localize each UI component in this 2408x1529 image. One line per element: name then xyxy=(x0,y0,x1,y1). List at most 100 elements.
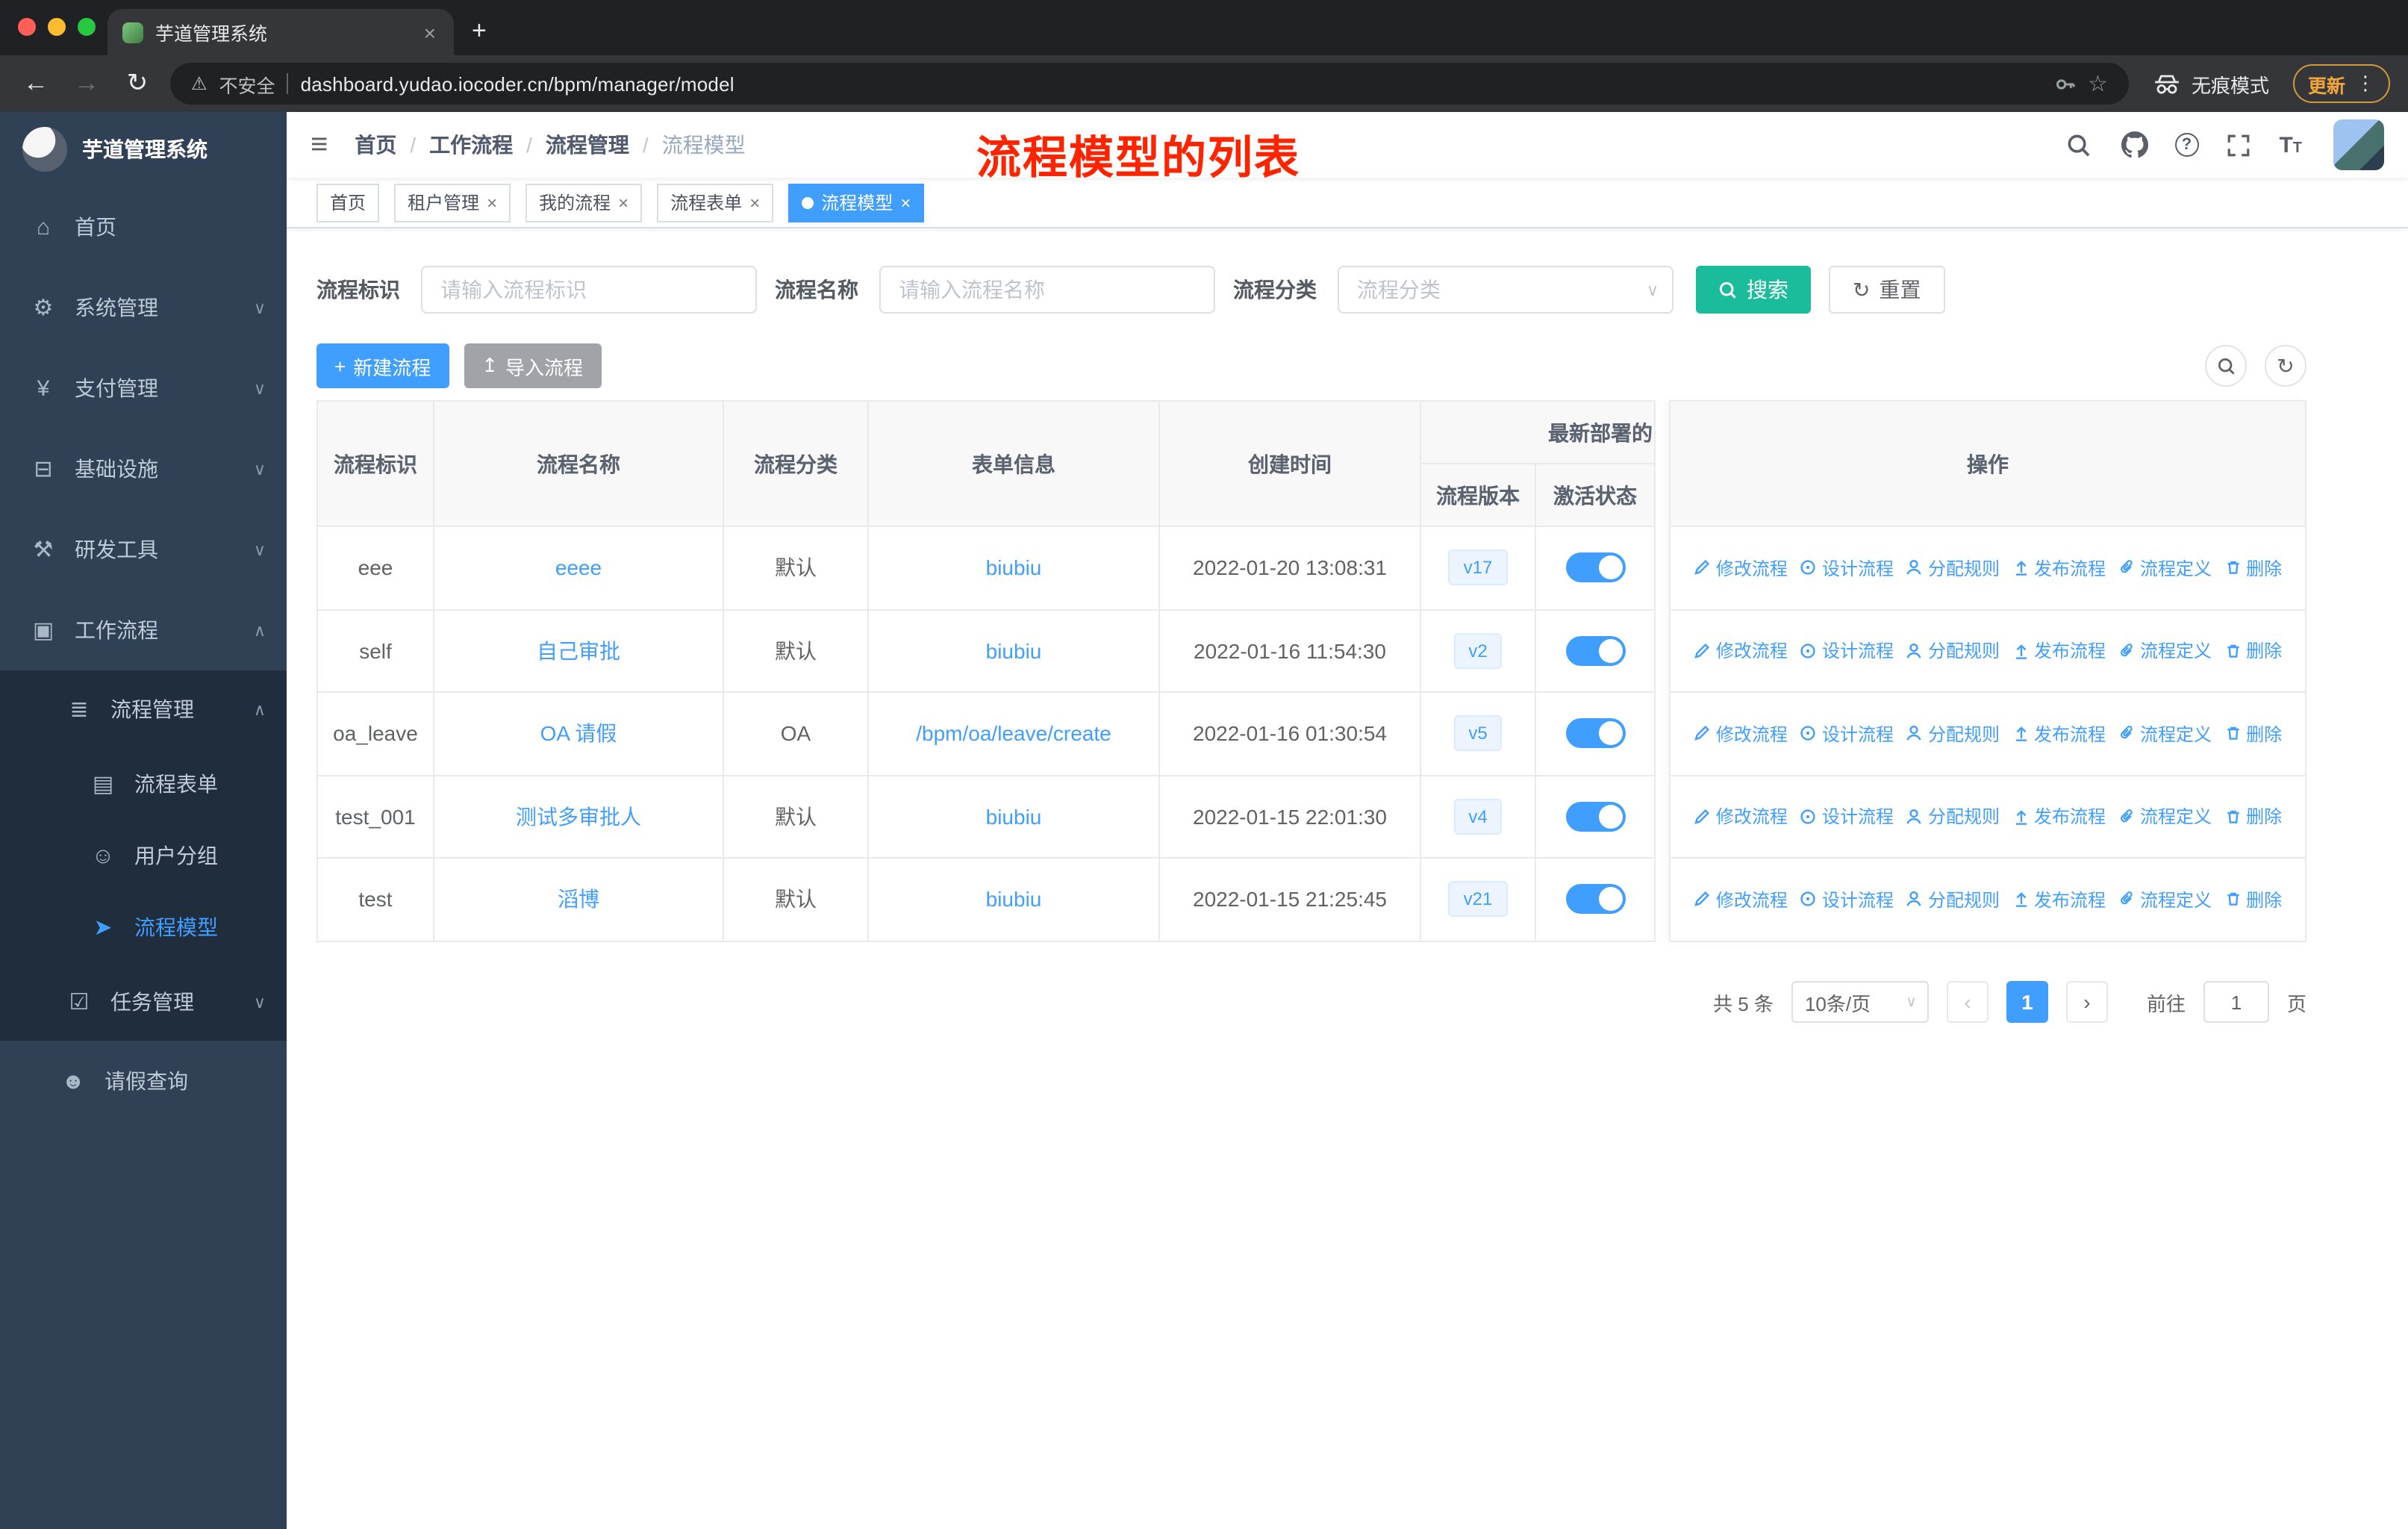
modify-flow-action[interactable]: 修改流程 xyxy=(1694,721,1788,747)
page-number-button[interactable]: 1 xyxy=(2006,981,2048,1023)
process-name-link[interactable]: 滔博 xyxy=(558,885,599,915)
assign-rule-action[interactable]: 分配规则 xyxy=(1906,887,2000,912)
publish-flow-action[interactable]: 发布流程 xyxy=(2012,887,2106,912)
page-size-select[interactable]: 10条/页 ∨ xyxy=(1791,981,1929,1023)
browser-menu-icon[interactable]: ⋮ xyxy=(2356,72,2375,96)
breadcrumb-home[interactable]: 首页 xyxy=(355,130,396,160)
tag-my-process[interactable]: 我的流程 × xyxy=(525,183,643,222)
active-toggle[interactable] xyxy=(1565,884,1625,915)
process-name-input[interactable] xyxy=(879,266,1215,314)
bookmark-star-icon[interactable]: ☆ xyxy=(2088,70,2108,97)
browser-tab[interactable]: 芋道管理系统 × xyxy=(107,9,454,55)
new-tab-button[interactable]: + xyxy=(472,16,487,55)
sidebar-item-devtools[interactable]: ⚒ 研发工具 ∨ xyxy=(0,509,287,590)
design-flow-action[interactable]: 设计流程 xyxy=(1800,887,1894,912)
flow-definition-action[interactable]: 流程定义 xyxy=(2118,887,2212,912)
assign-rule-action[interactable]: 分配规则 xyxy=(1906,555,2000,581)
refresh-table-button[interactable]: ↻ xyxy=(2265,345,2306,387)
delete-action[interactable]: 删除 xyxy=(2224,804,2282,829)
zoom-window-button[interactable] xyxy=(78,18,96,36)
fullscreen-icon[interactable] xyxy=(2224,130,2253,160)
reload-button[interactable]: ↻ xyxy=(119,69,155,99)
form-info-link[interactable]: biubiu xyxy=(986,639,1042,663)
publish-flow-action[interactable]: 发布流程 xyxy=(2012,555,2106,581)
process-name-link[interactable]: 自己审批 xyxy=(537,636,620,666)
sidebar-item-leave-query[interactable]: ☻ 请假查询 xyxy=(0,1041,287,1121)
process-name-link[interactable]: 测试多审批人 xyxy=(516,802,641,832)
sidebar-item-process-form[interactable]: ▤ 流程表单 xyxy=(0,748,287,820)
search-button[interactable]: 搜索 xyxy=(1696,266,1811,314)
process-key-input[interactable] xyxy=(421,266,757,314)
modify-flow-action[interactable]: 修改流程 xyxy=(1694,638,1788,664)
design-flow-action[interactable]: 设计流程 xyxy=(1800,804,1894,829)
tab-close-icon[interactable]: × xyxy=(421,20,439,44)
process-name-link[interactable]: eeee xyxy=(555,556,602,580)
back-button[interactable]: ← xyxy=(18,69,54,99)
search-icon[interactable] xyxy=(2064,130,2094,160)
publish-flow-action[interactable]: 发布流程 xyxy=(2012,804,2106,829)
sidebar-item-process-management[interactable]: ≣ 流程管理 ∧ xyxy=(0,670,287,748)
font-size-icon[interactable]: TT xyxy=(2279,132,2302,158)
close-tag-icon[interactable]: × xyxy=(487,192,497,213)
minimize-window-button[interactable] xyxy=(48,18,66,36)
reset-button[interactable]: ↻ 重置 xyxy=(1829,266,1945,314)
tag-process-form[interactable]: 流程表单 × xyxy=(657,183,774,222)
design-flow-action[interactable]: 设计流程 xyxy=(1800,721,1894,747)
flow-definition-action[interactable]: 流程定义 xyxy=(2118,804,2212,829)
form-info-link[interactable]: biubiu xyxy=(986,888,1042,912)
active-toggle[interactable] xyxy=(1565,635,1625,666)
close-tag-icon[interactable]: × xyxy=(900,192,911,213)
modify-flow-action[interactable]: 修改流程 xyxy=(1694,887,1788,912)
prev-page-button[interactable]: ‹ xyxy=(1946,981,1989,1023)
breadcrumb-workflow[interactable]: 工作流程 xyxy=(429,130,513,160)
active-toggle[interactable] xyxy=(1565,552,1625,583)
assign-rule-action[interactable]: 分配规则 xyxy=(1906,638,2000,664)
assign-rule-action[interactable]: 分配规则 xyxy=(1906,804,2000,829)
flow-definition-action[interactable]: 流程定义 xyxy=(2118,638,2212,664)
github-icon[interactable] xyxy=(2119,130,2149,160)
close-tag-icon[interactable]: × xyxy=(749,192,760,213)
forward-button[interactable]: → xyxy=(69,69,105,99)
active-toggle[interactable] xyxy=(1565,801,1625,832)
goto-page-input[interactable] xyxy=(2203,981,2269,1023)
flow-definition-action[interactable]: 流程定义 xyxy=(2118,555,2212,581)
sidebar-item-system[interactable]: ⚙ 系统管理 ∨ xyxy=(0,267,287,348)
update-chip[interactable]: 更新 ⋮ xyxy=(2292,64,2390,103)
import-process-button[interactable]: ↥ 导入流程 xyxy=(464,343,602,388)
publish-flow-action[interactable]: 发布流程 xyxy=(2012,638,2106,664)
user-avatar[interactable] xyxy=(2333,119,2384,170)
design-flow-action[interactable]: 设计流程 xyxy=(1800,555,1894,581)
tag-tenant-management[interactable]: 租户管理 × xyxy=(394,183,511,222)
publish-flow-action[interactable]: 发布流程 xyxy=(2012,721,2106,747)
assign-rule-action[interactable]: 分配规则 xyxy=(1906,721,2000,747)
tag-home[interactable]: 首页 xyxy=(316,183,380,222)
sidebar-item-user-group[interactable]: ☺ 用户分组 xyxy=(0,820,287,891)
next-page-button[interactable]: › xyxy=(2065,981,2108,1023)
delete-action[interactable]: 删除 xyxy=(2224,555,2282,581)
tag-process-model[interactable]: 流程模型 × xyxy=(788,183,925,222)
design-flow-action[interactable]: 设计流程 xyxy=(1800,638,1894,664)
breadcrumb-process-management[interactable]: 流程管理 xyxy=(546,130,629,160)
sidebar-item-home[interactable]: ⌂ 首页 xyxy=(0,187,287,267)
address-bar[interactable]: ⚠ 不安全 dashboard.yudao.iocoder.cn/bpm/man… xyxy=(170,63,2129,105)
close-tag-icon[interactable]: × xyxy=(618,192,628,213)
form-info-link[interactable]: biubiu xyxy=(986,556,1042,580)
flow-definition-action[interactable]: 流程定义 xyxy=(2118,721,2212,747)
password-key-icon[interactable] xyxy=(2053,72,2076,95)
help-icon[interactable]: ? xyxy=(2174,133,2199,157)
sidebar-item-process-model[interactable]: ➤ 流程模型 xyxy=(0,891,287,963)
modify-flow-action[interactable]: 修改流程 xyxy=(1694,555,1788,581)
delete-action[interactable]: 删除 xyxy=(2224,887,2282,912)
active-toggle[interactable] xyxy=(1565,718,1625,749)
delete-action[interactable]: 删除 xyxy=(2224,721,2282,747)
close-window-button[interactable] xyxy=(18,18,36,36)
process-category-select[interactable]: 流程分类 ∨ xyxy=(1338,266,1674,314)
sidebar-item-infrastructure[interactable]: ⊟ 基础设施 ∨ xyxy=(0,429,287,509)
form-info-link[interactable]: biubiu xyxy=(986,805,1042,829)
sidebar-item-task-management[interactable]: ☑ 任务管理 ∨ xyxy=(0,963,287,1041)
delete-action[interactable]: 删除 xyxy=(2224,638,2282,664)
toggle-search-button[interactable] xyxy=(2205,345,2247,387)
sidebar-item-payment[interactable]: ¥ 支付管理 ∨ xyxy=(0,348,287,429)
form-info-link[interactable]: /bpm/oa/leave/create xyxy=(916,722,1111,746)
modify-flow-action[interactable]: 修改流程 xyxy=(1694,804,1788,829)
